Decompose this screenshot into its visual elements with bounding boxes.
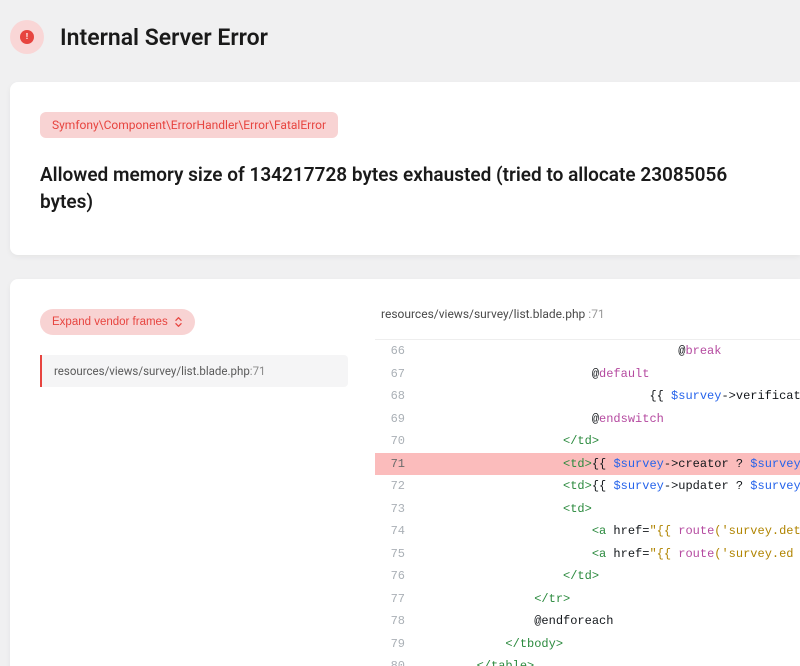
code-line: 73 <td> bbox=[375, 498, 800, 521]
stack-frame-item[interactable]: resources/views/survey/list.blade.php:71 bbox=[40, 355, 348, 387]
line-number: 75 bbox=[375, 543, 419, 566]
code-text: @endswitch bbox=[419, 408, 800, 431]
error-message: Allowed memory size of 134217728 bytes e… bbox=[40, 162, 770, 215]
code-text: <td> bbox=[419, 498, 800, 521]
code-text: <td>{{ $survey->creator ? $survey bbox=[419, 453, 800, 476]
stack-frame-path: resources/views/survey/list.blade.php bbox=[54, 364, 250, 378]
page-title: Internal Server Error bbox=[60, 24, 268, 51]
code-text: </tr> bbox=[419, 588, 800, 611]
code-line: 76 </td> bbox=[375, 565, 800, 588]
line-number: 74 bbox=[375, 520, 419, 543]
code-text: @endforeach bbox=[419, 610, 800, 633]
code-text: {{ $survey->verificat bbox=[419, 385, 800, 408]
code-line: 74 <a href="{{ route('survey.det bbox=[375, 520, 800, 543]
code-text: </table> bbox=[419, 655, 800, 666]
line-number: 68 bbox=[375, 385, 419, 408]
code-text: <a href="{{ route('survey.ed bbox=[419, 543, 800, 566]
line-number: 66 bbox=[375, 340, 419, 363]
code-line: 72 <td>{{ $survey->updater ? $survey bbox=[375, 475, 800, 498]
code-line: 70 </td> bbox=[375, 430, 800, 453]
code-line: 80 </table> bbox=[375, 655, 800, 666]
error-card: Symfony\Component\ErrorHandler\Error\Fat… bbox=[10, 82, 800, 255]
code-text: </td> bbox=[419, 565, 800, 588]
line-number: 70 bbox=[375, 430, 419, 453]
code-line: 67 @default bbox=[375, 363, 800, 386]
code-text: <td>{{ $survey->updater ? $survey bbox=[419, 475, 800, 498]
code-column: resources/views/survey/list.blade.php :7… bbox=[360, 279, 800, 666]
expand-vendor-frames-label: Expand vendor frames bbox=[52, 316, 168, 328]
exclamation-icon: ! bbox=[20, 30, 34, 44]
code-line: 78 @endforeach bbox=[375, 610, 800, 633]
line-number: 73 bbox=[375, 498, 419, 521]
line-number: 77 bbox=[375, 588, 419, 611]
line-number: 78 bbox=[375, 610, 419, 633]
code-path: resources/views/survey/list.blade.php :7… bbox=[375, 307, 800, 321]
code-line: 79 </tbody> bbox=[375, 633, 800, 656]
stack-frame-line: :71 bbox=[250, 364, 266, 378]
code-text: @break bbox=[419, 340, 800, 363]
line-number: 79 bbox=[375, 633, 419, 656]
line-number: 72 bbox=[375, 475, 419, 498]
chevron-up-down-icon bbox=[174, 316, 183, 328]
line-number: 71 bbox=[375, 453, 419, 476]
page-header: ! Internal Server Error bbox=[0, 0, 800, 82]
code-line: 66 @break bbox=[375, 340, 800, 363]
error-badge: ! bbox=[10, 20, 44, 54]
stack-panel: Expand vendor frames resources/views/sur… bbox=[10, 279, 800, 666]
code-text: <a href="{{ route('survey.det bbox=[419, 520, 800, 543]
code-line: 69 @endswitch bbox=[375, 408, 800, 431]
expand-vendor-frames-button[interactable]: Expand vendor frames bbox=[40, 309, 195, 335]
code-line: 77 </tr> bbox=[375, 588, 800, 611]
code-text: @default bbox=[419, 363, 800, 386]
code-line: 75 <a href="{{ route('survey.ed bbox=[375, 543, 800, 566]
code-line-highlighted: 71 <td>{{ $survey->creator ? $survey bbox=[375, 453, 800, 476]
code-text: </tbody> bbox=[419, 633, 800, 656]
line-number: 76 bbox=[375, 565, 419, 588]
code-line: 68 {{ $survey->verificat bbox=[375, 385, 800, 408]
frames-column: Expand vendor frames resources/views/sur… bbox=[10, 279, 360, 666]
line-number: 80 bbox=[375, 655, 419, 666]
code-text: </td> bbox=[419, 430, 800, 453]
code-block: 66 @break67 @default68 {{ $survey->verif… bbox=[375, 339, 800, 666]
line-number: 67 bbox=[375, 363, 419, 386]
error-class-pill[interactable]: Symfony\Component\ErrorHandler\Error\Fat… bbox=[40, 112, 338, 138]
line-number: 69 bbox=[375, 408, 419, 431]
